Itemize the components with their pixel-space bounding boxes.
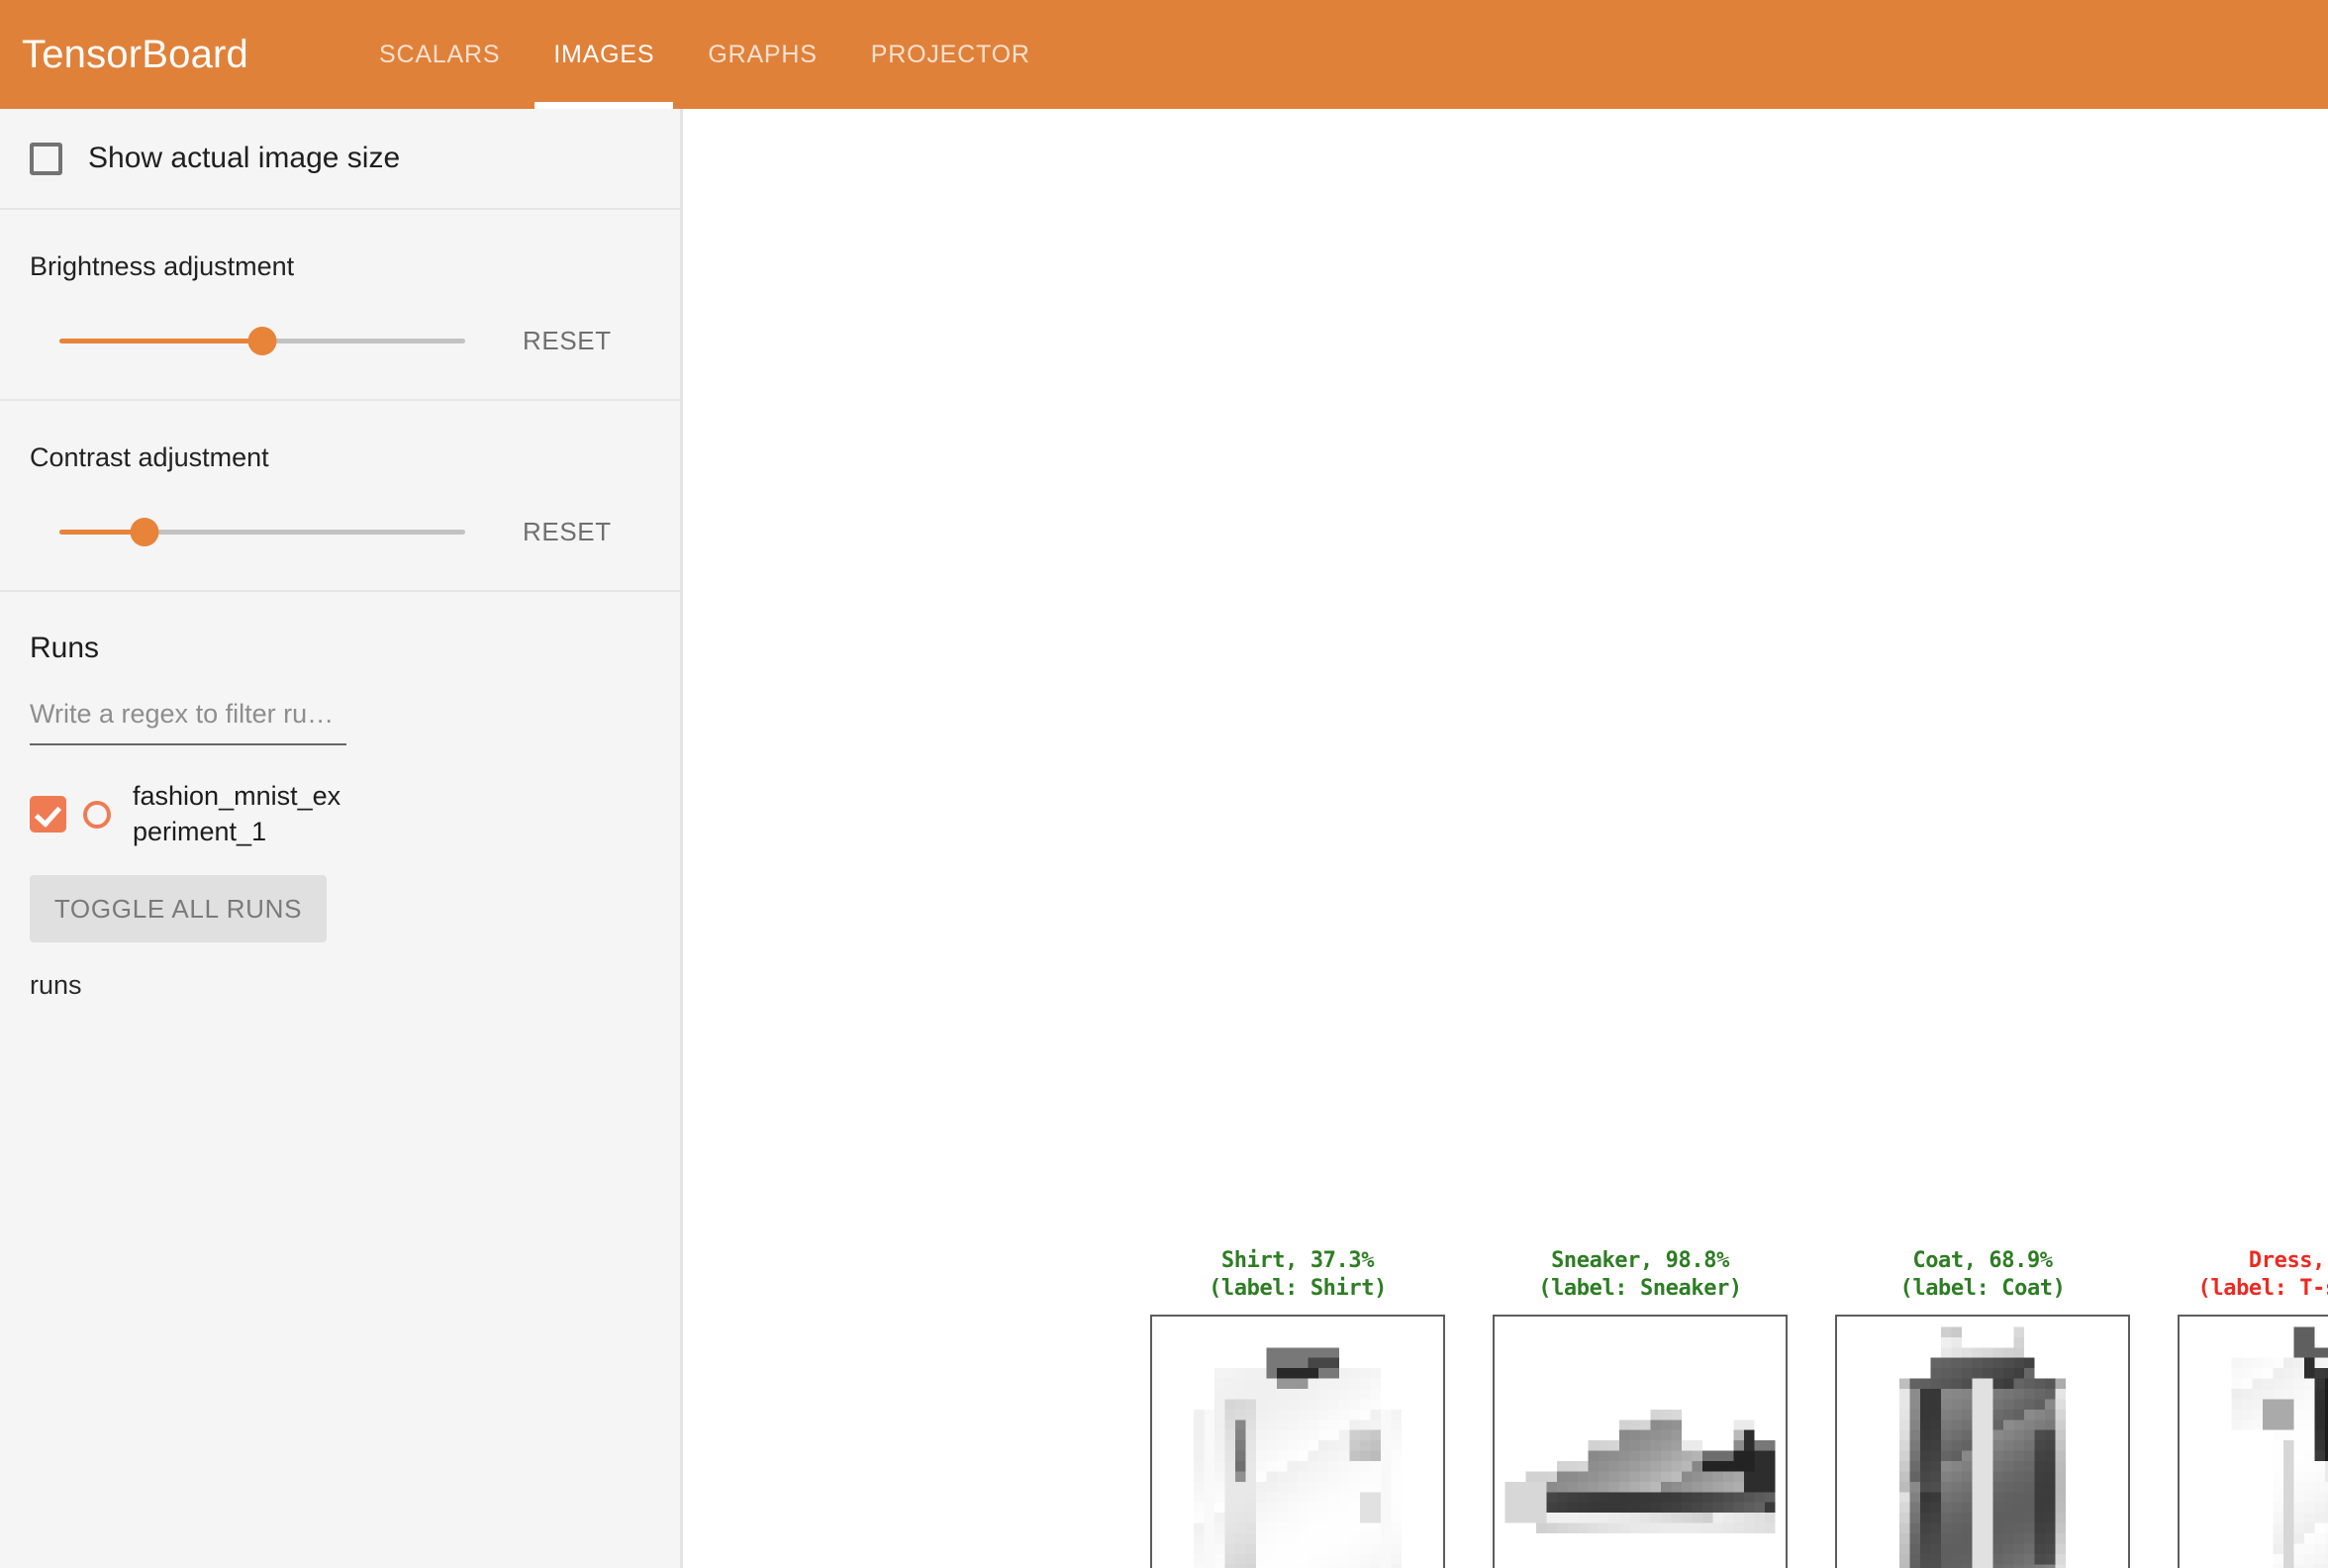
image-card-caption: Dress, 66.0% (label: T-shirt/top) bbox=[2178, 1247, 2328, 1303]
image-card-caption: Coat, 68.9% (label: Coat) bbox=[1835, 1247, 2130, 1303]
contrast-section: Contrast adjustment RESET bbox=[0, 401, 680, 592]
brightness-section: Brightness adjustment RESET bbox=[0, 210, 680, 401]
brightness-row: RESET bbox=[30, 282, 650, 399]
contrast-slider-thumb[interactable] bbox=[131, 518, 159, 546]
toggle-all-runs-button[interactable]: TOGGLE ALL RUNS bbox=[30, 875, 327, 942]
show-actual-size-section: Show actual image size bbox=[0, 109, 680, 210]
contrast-row: RESET bbox=[30, 473, 650, 590]
run-checkbox-icon[interactable] bbox=[30, 796, 66, 833]
tab-projector[interactable]: PROJECTOR bbox=[844, 0, 1057, 109]
prediction-thumbnail-sneaker[interactable] bbox=[1493, 1315, 1788, 1568]
contrast-slider[interactable] bbox=[59, 517, 465, 546]
contrast-reset-button[interactable]: RESET bbox=[523, 517, 612, 547]
app-title: TensorBoard bbox=[22, 33, 248, 77]
image-card[interactable]: Sneaker, 98.8% (label: Sneaker) bbox=[1493, 1247, 1788, 1568]
runs-title: Runs bbox=[30, 592, 650, 665]
tab-scalars-label: SCALARS bbox=[379, 41, 500, 69]
tab-graphs-label: GRAPHS bbox=[708, 41, 817, 69]
image-card-caption: Shirt, 37.3% (label: Shirt) bbox=[1150, 1247, 1445, 1303]
brightness-slider-fill bbox=[59, 339, 262, 343]
show-actual-image-size-row[interactable]: Show actual image size bbox=[30, 109, 650, 208]
tensorboard-app: TensorBoard SCALARS IMAGES GRAPHS PROJEC… bbox=[0, 0, 2328, 1568]
run-color-circle-icon[interactable] bbox=[83, 801, 111, 829]
run-item-label: fashion_mnist_experiment_1 bbox=[133, 779, 345, 849]
runs-caption: runs bbox=[30, 970, 650, 1001]
brightness-reset-button[interactable]: RESET bbox=[523, 326, 612, 356]
image-card-caption: Sneaker, 98.8% (label: Sneaker) bbox=[1493, 1247, 1788, 1303]
nav-tabs: SCALARS IMAGES GRAPHS PROJECTOR bbox=[352, 0, 1057, 109]
brightness-title: Brightness adjustment bbox=[30, 210, 650, 282]
image-card[interactable]: Dress, 66.0% (label: T-shirt/top) bbox=[2178, 1247, 2328, 1568]
app-header: TensorBoard SCALARS IMAGES GRAPHS PROJEC… bbox=[0, 0, 2328, 109]
image-card[interactable]: Shirt, 37.3% (label: Shirt) bbox=[1150, 1247, 1445, 1568]
image-card[interactable]: Coat, 68.9% (label: Coat) bbox=[1835, 1247, 2130, 1568]
tab-images[interactable]: IMAGES bbox=[527, 0, 681, 109]
tab-graphs[interactable]: GRAPHS bbox=[681, 0, 843, 109]
prediction-thumbnail-coat[interactable] bbox=[1835, 1315, 2130, 1568]
show-actual-image-size-label: Show actual image size bbox=[88, 142, 400, 175]
tab-scalars[interactable]: SCALARS bbox=[352, 0, 527, 109]
brightness-slider[interactable] bbox=[59, 326, 465, 355]
app-body: Show actual image size Brightness adjust… bbox=[0, 109, 2328, 1568]
brightness-slider-thumb[interactable] bbox=[248, 327, 277, 355]
prediction-thumbnail-tshirt[interactable] bbox=[2178, 1315, 2328, 1568]
run-item[interactable]: fashion_mnist_experiment_1 bbox=[30, 779, 650, 849]
runs-filter-input[interactable] bbox=[30, 699, 346, 745]
tab-images-label: IMAGES bbox=[553, 41, 654, 69]
main-content: Shirt, 37.3% (label: Shirt) Sneaker, 98.… bbox=[683, 109, 2328, 1568]
contrast-title: Contrast adjustment bbox=[30, 401, 650, 473]
prediction-thumbnail-shirt[interactable] bbox=[1150, 1315, 1445, 1568]
tab-projector-label: PROJECTOR bbox=[871, 41, 1030, 69]
sidebar: Show actual image size Brightness adjust… bbox=[0, 109, 683, 1568]
runs-section: Runs fashion_mnist_experiment_1 TOGGLE A… bbox=[0, 592, 680, 1001]
checkbox-icon[interactable] bbox=[30, 143, 62, 175]
image-card-grid: Shirt, 37.3% (label: Shirt) Sneaker, 98.… bbox=[1150, 1247, 2328, 1568]
